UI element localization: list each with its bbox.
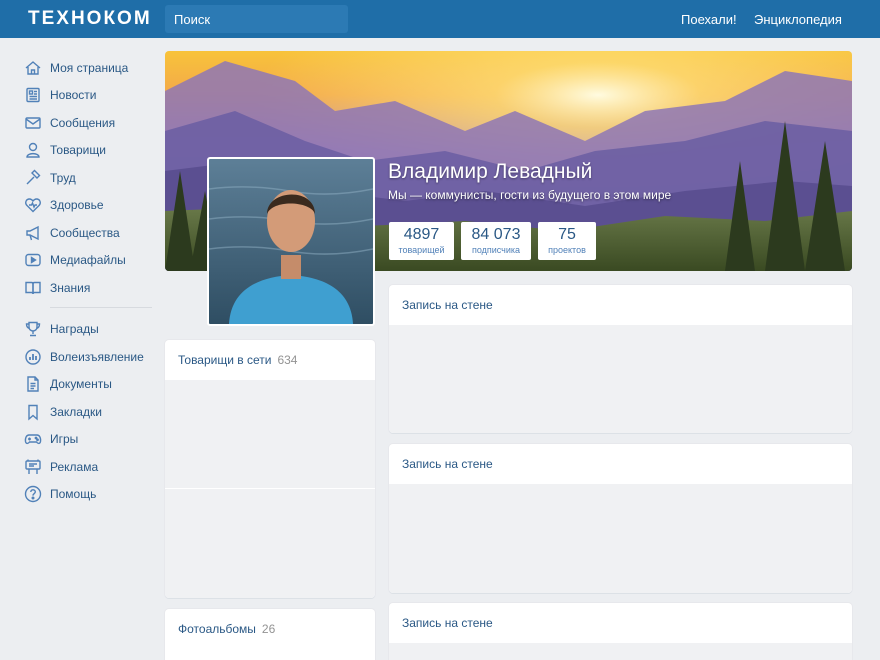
logo[interactable]: ТЕХНОКОМ bbox=[28, 8, 152, 30]
card-divider bbox=[165, 488, 375, 489]
sidebar-item-label: Волеизъявление bbox=[50, 349, 144, 364]
sidebar-item-label: Сообщения bbox=[50, 115, 116, 130]
stat-subscribers[interactable]: 84 073 подписчика bbox=[461, 222, 531, 260]
stat-projects[interactable]: 75 проектов bbox=[538, 222, 596, 260]
sidebar-item-media[interactable]: Медиафайлы bbox=[24, 247, 154, 275]
sidebar-item-label: Сообщества bbox=[50, 225, 120, 240]
card-body bbox=[165, 380, 375, 598]
home-icon bbox=[24, 59, 42, 77]
card-header[interactable]: Товарищи в сети 634 bbox=[165, 340, 375, 380]
sidebar-nav: Моя страница Новости Сообщения Товарищи … bbox=[24, 54, 154, 508]
sidebar-item-label: Награды bbox=[50, 322, 99, 337]
document-icon bbox=[24, 375, 42, 393]
search-input[interactable] bbox=[165, 5, 348, 33]
wall-post: Запись на стене bbox=[389, 285, 852, 433]
sidebar-item-label: Игры bbox=[50, 432, 79, 447]
hammer-icon bbox=[24, 169, 42, 187]
wall-post: Запись на стене bbox=[389, 603, 852, 660]
card-body bbox=[389, 643, 852, 660]
book-icon bbox=[24, 279, 42, 297]
sidebar-item-friends[interactable]: Товарищи bbox=[24, 137, 154, 165]
sidebar-item-work[interactable]: Труд bbox=[24, 164, 154, 192]
newspaper-icon bbox=[24, 86, 42, 104]
sidebar-item-label: Реклама bbox=[50, 459, 99, 474]
card-title: Запись на стене bbox=[402, 616, 493, 630]
go-link[interactable]: Поехали! bbox=[681, 12, 737, 27]
card-count: 634 bbox=[277, 353, 298, 367]
sidebar-item-voting[interactable]: Волеизъявление bbox=[24, 343, 154, 371]
help-icon bbox=[24, 485, 42, 503]
stat-friends[interactable]: 4897 товарищей bbox=[389, 222, 454, 260]
sidebar-item-label: Труд bbox=[50, 170, 76, 185]
card-body bbox=[389, 484, 852, 593]
sidebar-item-health[interactable]: Здоровье bbox=[24, 192, 154, 220]
stat-label: проектов bbox=[548, 245, 586, 255]
stat-value: 4897 bbox=[403, 226, 440, 243]
sidebar-item-ads[interactable]: Реклама bbox=[24, 453, 154, 481]
sidebar-item-my-page[interactable]: Моя страница bbox=[24, 54, 154, 82]
sidebar-item-documents[interactable]: Документы bbox=[24, 371, 154, 399]
sidebar-item-label: Новости bbox=[50, 88, 97, 103]
billboard-icon bbox=[24, 458, 42, 476]
sidebar-item-communities[interactable]: Сообщества bbox=[24, 219, 154, 247]
sidebar-item-knowledge[interactable]: Знания bbox=[24, 274, 154, 302]
card-body bbox=[389, 325, 852, 433]
card-count: 26 bbox=[261, 622, 276, 636]
gamepad-icon bbox=[24, 430, 42, 448]
card-header[interactable]: Запись на стене bbox=[389, 285, 852, 325]
wall-post: Запись на стене bbox=[389, 444, 852, 593]
sidebar-item-label: Документы bbox=[50, 377, 112, 392]
sidebar-item-label: Закладки bbox=[50, 404, 102, 419]
sidebar-item-label: Помощь bbox=[50, 487, 97, 502]
sidebar-item-messages[interactable]: Сообщения bbox=[24, 109, 154, 137]
profile-name: Владимир Левадный bbox=[388, 160, 593, 183]
sidebar-item-label: Медиафайлы bbox=[50, 253, 126, 268]
sidebar-item-label: Моя страница bbox=[50, 60, 129, 75]
megaphone-icon bbox=[24, 224, 42, 242]
sidebar-item-label: Товарищи bbox=[50, 143, 106, 158]
card-title: Товарищи в сети bbox=[178, 353, 272, 367]
profile-status: Мы — коммунисты, гости из будущего в это… bbox=[388, 188, 672, 202]
stat-value: 84 073 bbox=[471, 226, 521, 243]
card-header[interactable]: Фотоальбомы 26 bbox=[165, 609, 375, 649]
encyclopedia-link[interactable]: Энциклопедия bbox=[754, 12, 842, 27]
sidebar-item-news[interactable]: Новости bbox=[24, 82, 154, 110]
bookmark-icon bbox=[24, 403, 42, 421]
heart-icon bbox=[24, 196, 42, 214]
trophy-icon bbox=[24, 320, 42, 338]
user-icon bbox=[24, 141, 42, 159]
sidebar-item-help[interactable]: Помощь bbox=[24, 481, 154, 509]
sidebar-item-awards[interactable]: Награды bbox=[24, 316, 154, 344]
friends-online-card: Товарищи в сети 634 bbox=[165, 340, 375, 598]
top-bar: ТЕХНОКОМ Поехали! Энциклопедия bbox=[0, 0, 880, 38]
card-title: Запись на стене bbox=[402, 298, 493, 312]
poll-icon bbox=[24, 348, 42, 366]
card-header[interactable]: Запись на стене bbox=[389, 603, 852, 643]
card-title: Фотоальбомы bbox=[178, 622, 256, 636]
profile-avatar[interactable] bbox=[207, 157, 375, 326]
sidebar-item-label: Здоровье bbox=[50, 198, 104, 213]
envelope-icon bbox=[24, 114, 42, 132]
stat-label: товарищей bbox=[398, 245, 445, 255]
sidebar-item-label: Знания bbox=[50, 280, 91, 295]
play-icon bbox=[24, 251, 42, 269]
stat-value: 75 bbox=[558, 226, 576, 243]
sidebar-item-bookmarks[interactable]: Закладки bbox=[24, 398, 154, 426]
sidebar-item-games[interactable]: Игры bbox=[24, 426, 154, 454]
sidebar-divider bbox=[50, 306, 152, 308]
stat-label: подписчика bbox=[471, 245, 521, 255]
card-title: Запись на стене bbox=[402, 457, 493, 471]
photo-albums-card: Фотоальбомы 26 bbox=[165, 609, 375, 660]
card-header[interactable]: Запись на стене bbox=[389, 444, 852, 484]
